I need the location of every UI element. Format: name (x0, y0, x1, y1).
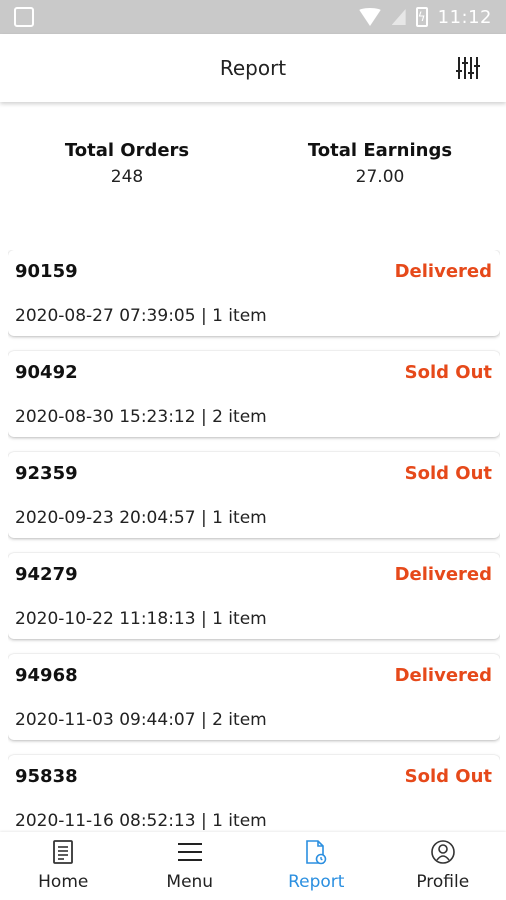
order-id: 92359 (15, 463, 78, 484)
document-list-icon (49, 838, 77, 866)
image-notification-icon (14, 7, 34, 27)
app-bar: Report (0, 34, 506, 102)
status-indicators: 11:12 (357, 6, 492, 28)
order-id: 94968 (15, 665, 78, 686)
status-bar: 11:12 (0, 0, 506, 34)
order-card[interactable]: 94968 Delivered 2020-11-03 09:44:07 | 2 … (8, 654, 500, 740)
order-card[interactable]: 94279 Delivered 2020-10-22 11:18:13 | 1 … (8, 553, 500, 639)
order-list[interactable]: 90159 Delivered 2020-08-27 07:39:05 | 1 … (8, 250, 500, 832)
tab-home[interactable]: Home (0, 832, 127, 900)
profile-icon (429, 838, 457, 866)
order-id: 94279 (15, 564, 78, 585)
order-status: Delivered (394, 261, 492, 282)
order-status: Delivered (394, 665, 492, 686)
hamburger-icon (176, 838, 204, 866)
tab-profile-label: Profile (416, 872, 470, 892)
total-earnings-stat: Total Earnings 27.00 (280, 140, 480, 187)
tab-menu[interactable]: Menu (127, 832, 254, 900)
total-earnings-value: 27.00 (355, 167, 405, 187)
order-meta: 2020-08-27 07:39:05 | 1 item (15, 306, 267, 326)
status-time: 11:12 (437, 6, 492, 28)
order-meta: 2020-10-22 11:18:13 | 1 item (15, 609, 267, 629)
order-card[interactable]: 95838 Sold Out 2020-11-16 08:52:13 | 1 i… (8, 755, 500, 832)
tab-home-label: Home (38, 872, 89, 892)
total-orders-label: Total Orders (64, 140, 190, 161)
order-meta: 2020-09-23 20:04:57 | 1 item (15, 508, 267, 528)
total-orders-value: 248 (110, 167, 144, 187)
tab-menu-label: Menu (166, 872, 214, 892)
order-status: Sold Out (404, 766, 492, 787)
order-id: 90492 (15, 362, 78, 383)
order-id: 90159 (15, 261, 78, 282)
order-card[interactable]: 90492 Sold Out 2020-08-30 15:23:12 | 2 i… (8, 351, 500, 437)
signal-icon (391, 9, 406, 25)
sliders-icon (456, 57, 480, 79)
order-meta: 2020-08-30 15:23:12 | 2 item (15, 407, 267, 427)
total-orders-stat: Total Orders 248 (27, 140, 227, 187)
order-card[interactable]: 92359 Sold Out 2020-09-23 20:04:57 | 1 i… (8, 452, 500, 538)
report-icon (302, 838, 330, 866)
order-status: Sold Out (404, 362, 492, 383)
bottom-nav: Home Menu Report Profile (0, 832, 506, 900)
order-meta: 2020-11-16 08:52:13 | 1 item (15, 811, 267, 831)
summary-stats: Total Orders 248 Total Earnings 27.00 (0, 140, 506, 210)
total-earnings-label: Total Earnings (307, 140, 453, 161)
battery-icon (415, 7, 428, 27)
filter-button[interactable] (454, 54, 482, 82)
page-title: Report (219, 56, 287, 80)
wifi-icon (357, 8, 382, 26)
order-card[interactable]: 90159 Delivered 2020-08-27 07:39:05 | 1 … (8, 250, 500, 336)
order-status: Sold Out (404, 463, 492, 484)
tab-report[interactable]: Report (253, 832, 380, 900)
tab-report-label: Report (288, 872, 345, 892)
tab-profile[interactable]: Profile (380, 832, 506, 900)
order-status: Delivered (394, 564, 492, 585)
order-id: 95838 (15, 766, 78, 787)
order-meta: 2020-11-03 09:44:07 | 2 item (15, 710, 267, 730)
